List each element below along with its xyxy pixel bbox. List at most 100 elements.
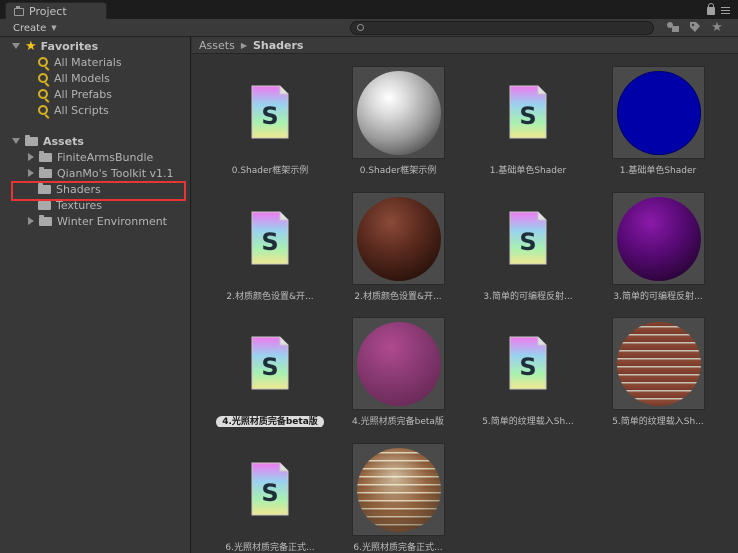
material-sphere	[617, 197, 701, 281]
favorite-item-scripts[interactable]: All Scripts	[38, 102, 109, 118]
search-input[interactable]	[367, 22, 637, 34]
folder-label: QianMo's Toolkit v1.1	[57, 166, 174, 180]
material-sphere	[357, 322, 441, 406]
asset-label-text: 1.基础单色Shader	[619, 166, 697, 176]
material-asset[interactable]: 0.Shader框架示例	[320, 66, 448, 186]
shader-asset[interactable]: S 2.材质颜色设置&开...	[192, 192, 320, 312]
asset-label-text: 3.简单的可编程反射...	[613, 292, 703, 302]
breadcrumb-arrow-icon: ▶	[240, 40, 247, 50]
shader-asset[interactable]: S 4.光照材质完备beta版	[192, 317, 324, 437]
menu-icon[interactable]	[721, 7, 730, 14]
material-preview	[352, 66, 445, 159]
material-preview	[352, 443, 445, 536]
shader-asset[interactable]: S 0.Shader框架示例	[192, 66, 320, 186]
shader-asset[interactable]: S 6.光照材质完备正式...	[192, 443, 320, 553]
folder-icon	[25, 134, 38, 146]
breadcrumb-current[interactable]: Shaders	[253, 39, 303, 52]
search-icon	[38, 89, 48, 99]
tab-strip: Project	[0, 0, 738, 20]
folder-icon	[38, 198, 51, 210]
favorites-label: Favorites	[40, 39, 99, 53]
create-button[interactable]: Create ▼	[13, 21, 57, 35]
asset-browser-panel: Assets ▶ Shaders S 0.Shader框架示例 0.Shader框架…	[192, 37, 738, 553]
asset-label-text: 0.Shader框架示例	[359, 166, 437, 176]
asset-label: 5.简单的纹理载入Sh...	[580, 414, 736, 427]
favorite-item-models[interactable]: All Models	[38, 70, 110, 86]
shader-file-icon: S	[250, 335, 290, 391]
shader-asset[interactable]: S 1.基础单色Shader	[450, 66, 578, 186]
toolbar-filters: ★	[666, 21, 724, 35]
material-asset[interactable]: 1.基础单色Shader	[580, 66, 708, 186]
material-preview	[612, 192, 705, 285]
shader-file-icon: S	[250, 84, 290, 140]
folder-label: Winter Environment	[57, 214, 167, 228]
shader-file-icon: S	[508, 210, 548, 266]
asset-label-text: 0.Shader框架示例	[231, 166, 309, 176]
search-icon	[357, 24, 364, 31]
shader-file-icon: S	[508, 84, 548, 140]
assets-label: Assets	[43, 134, 84, 148]
material-asset[interactable]: 3.简单的可编程反射...	[580, 192, 708, 312]
material-preview	[612, 66, 705, 159]
material-asset[interactable]: 6.光照材质完备正式...	[320, 443, 448, 553]
material-asset[interactable]: 5.简单的纹理载入Sh...	[580, 317, 708, 437]
folder-tab-icon	[14, 5, 24, 16]
material-asset[interactable]: 2.材质颜色设置&开...	[320, 192, 448, 312]
material-preview	[352, 192, 445, 285]
favorite-label: All Materials	[54, 55, 122, 69]
filter-by-label-icon[interactable]	[688, 21, 702, 35]
shader-file-icon: S	[250, 461, 290, 517]
favorite-label: All Prefabs	[54, 87, 112, 101]
tab-project[interactable]: Project	[5, 2, 107, 20]
material-sphere	[357, 71, 441, 155]
shader-file-icon: S	[250, 210, 290, 266]
create-label: Create	[13, 22, 47, 34]
caret-down-icon: ▼	[51, 24, 57, 32]
asset-label-text: 6.光照材质完备正式...	[353, 543, 443, 553]
search-icon	[38, 105, 48, 115]
tab-title: Project	[29, 5, 67, 18]
foldout-closed-icon[interactable]	[28, 217, 34, 225]
filter-by-type-icon[interactable]	[666, 21, 680, 35]
material-asset[interactable]: 4.光照材质完备beta版	[320, 317, 448, 437]
favorite-label: All Models	[54, 71, 110, 85]
foldout-closed-icon[interactable]	[28, 153, 34, 161]
asset-label: 3.简单的可编程反射...	[580, 289, 736, 302]
star-icon: ★	[25, 38, 37, 54]
asset-label-text: 5.简单的纹理载入Sh...	[482, 417, 574, 427]
folder-item-finitearmsbundle[interactable]: FiniteArmsBundle	[28, 149, 153, 165]
favorite-label: All Scripts	[54, 103, 109, 117]
shader-asset[interactable]: S 3.简单的可编程反射...	[450, 192, 578, 312]
asset-label: 6.光照材质完备正式...	[320, 540, 476, 553]
project-toolbar: Create ▼ ★	[0, 19, 738, 37]
search-icon	[38, 57, 48, 67]
material-sphere	[617, 322, 701, 406]
svg-text:S: S	[261, 479, 278, 507]
favorite-item-prefabs[interactable]: All Prefabs	[38, 86, 112, 102]
breadcrumb-root[interactable]: Assets	[199, 39, 235, 52]
folder-icon	[39, 150, 52, 162]
folder-icon	[39, 166, 52, 178]
favorite-item-materials[interactable]: All Materials	[38, 54, 122, 70]
foldout-open-icon[interactable]	[12, 43, 20, 49]
shader-asset[interactable]: S 5.简单的纹理载入Sh...	[450, 317, 578, 437]
svg-text:S: S	[519, 102, 536, 130]
foldout-closed-icon[interactable]	[28, 169, 34, 177]
folder-item-winter-environment[interactable]: Winter Environment	[28, 213, 167, 229]
foldout-open-icon[interactable]	[12, 138, 20, 144]
assets-header[interactable]: Assets	[12, 133, 84, 149]
asset-label-text: 4.光照材质完备beta版	[216, 416, 324, 427]
svg-text:S: S	[261, 102, 278, 130]
asset-label-text: 5.简单的纹理载入Sh...	[612, 417, 704, 427]
favorite-star-icon[interactable]: ★	[710, 21, 724, 35]
search-field[interactable]	[350, 21, 654, 35]
favorites-header[interactable]: ★ Favorites	[12, 38, 98, 54]
asset-label-text: 1.基础单色Shader	[489, 166, 567, 176]
breadcrumb: Assets ▶ Shaders	[192, 37, 738, 54]
svg-text:S: S	[519, 228, 536, 256]
folder-item-qianmo-toolkit[interactable]: QianMo's Toolkit v1.1	[28, 165, 174, 181]
svg-text:S: S	[261, 228, 278, 256]
lock-icon[interactable]	[707, 3, 715, 15]
svg-text:S: S	[261, 353, 278, 381]
search-icon	[38, 73, 48, 83]
